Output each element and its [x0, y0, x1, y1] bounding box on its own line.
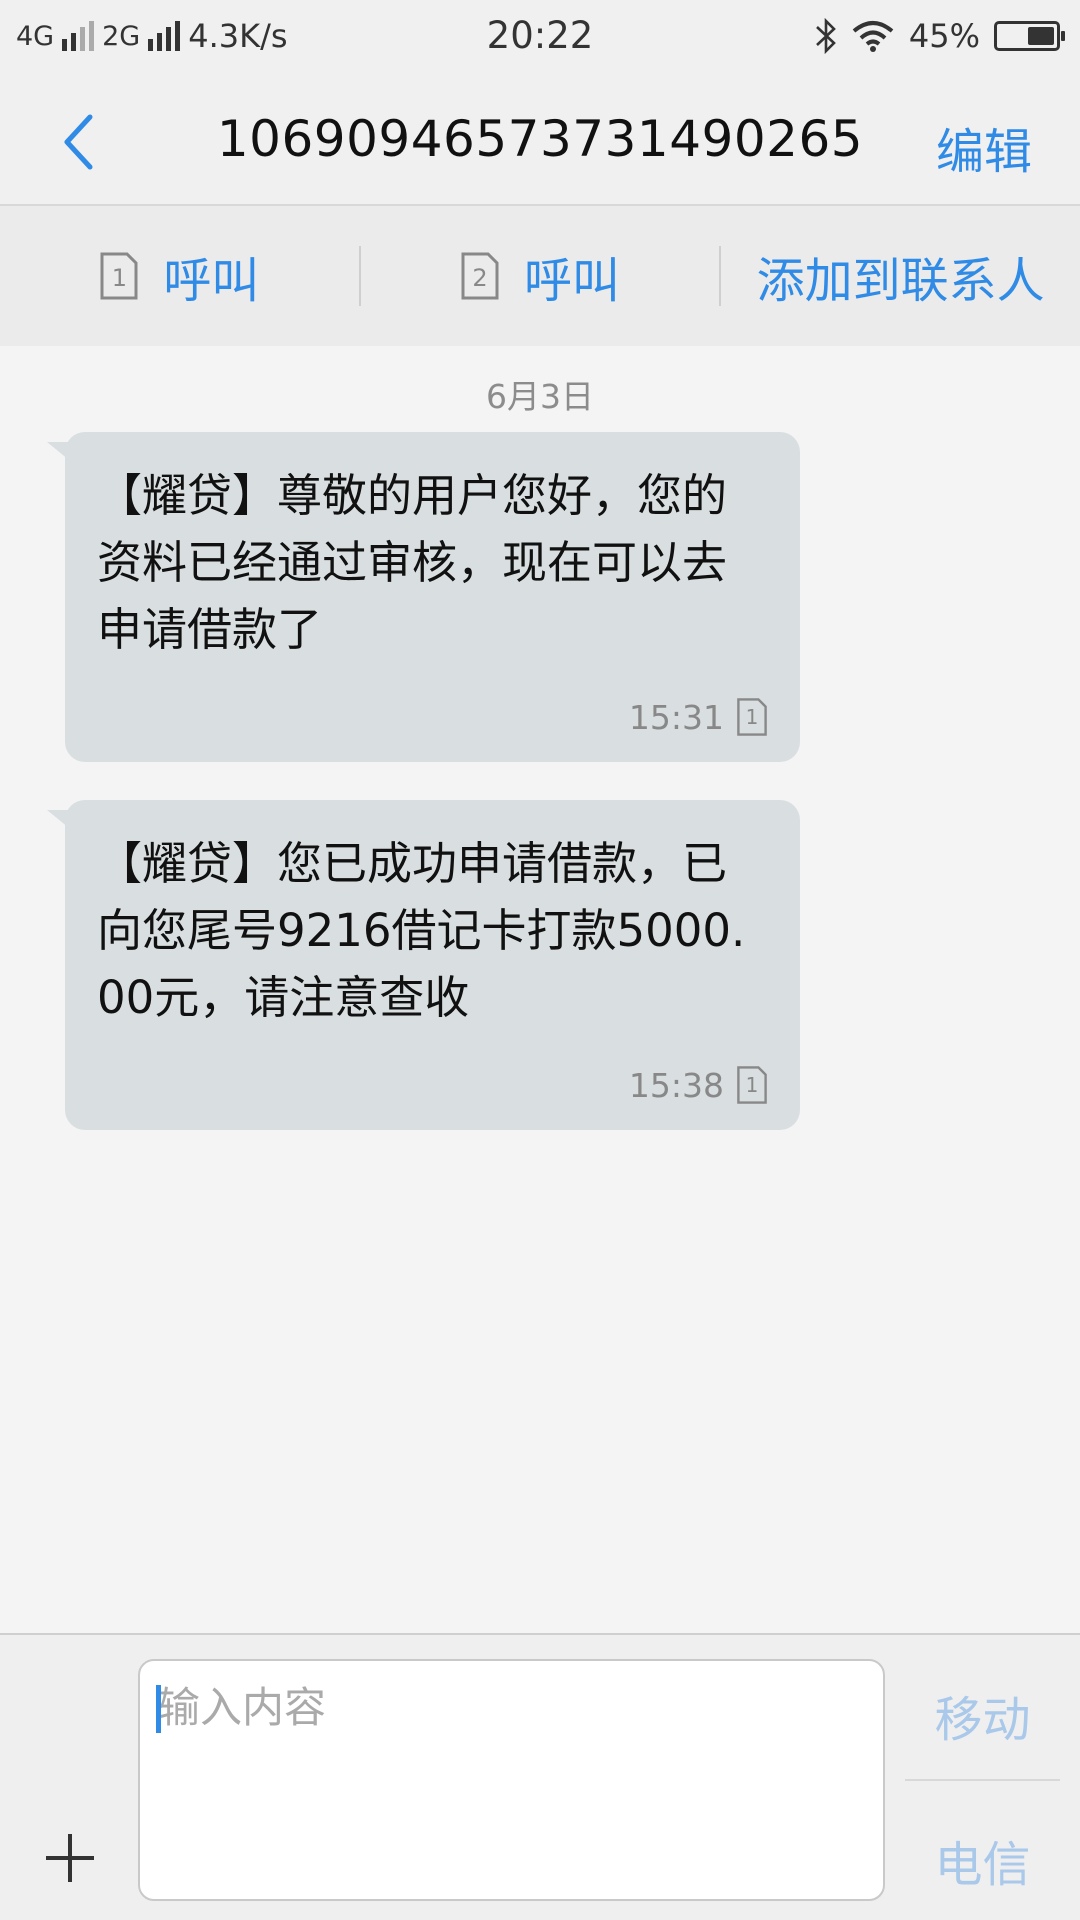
message-time: 15:38 — [628, 1065, 724, 1105]
conversation-header: 106909465737314902​65 编辑 — [0, 72, 1080, 206]
message-text: 【耀贷】您已成功申请借款，已向您尾号9216借记卡打款5000.00元，请注意查… — [97, 837, 746, 1024]
call-sim2-button[interactable]: 2 呼叫 — [361, 246, 720, 309]
wifi-icon — [852, 21, 894, 52]
call-label: 呼叫 — [524, 253, 621, 309]
date-separator: 6月3日 — [486, 377, 594, 416]
divider — [905, 1779, 1060, 1781]
page-title: 106909465737314902​65 — [216, 110, 864, 168]
text-cursor — [156, 1685, 161, 1733]
message-bubble[interactable]: 【耀贷】您已成功申请借款，已向您尾号9216借记卡打款5000.00元，请注意查… — [47, 800, 800, 1130]
sim-card-icon: 2 — [460, 251, 500, 301]
add-contact-button[interactable]: 添加到联系人 — [721, 246, 1080, 309]
bluetooth-icon — [815, 18, 836, 54]
call-label: 呼叫 — [163, 253, 260, 309]
sim-card-icon: 1 — [736, 697, 768, 737]
sim-number: 1 — [111, 264, 127, 292]
edit-button[interactable]: 编辑 — [936, 112, 1032, 182]
action-bar: 1 呼叫 2 呼叫 添加到联系人 — [0, 206, 1080, 346]
message-input-box[interactable] — [138, 1659, 885, 1901]
composer-bar: 移动 电信 — [0, 1633, 1080, 1920]
message-meta: 15:38 1 — [97, 1065, 768, 1105]
status-right: 45% — [815, 14, 1065, 58]
message-text: 【耀贷】尊敬的用户您好，您的资料已经通过审核，现在可以去申请借款了 — [97, 469, 728, 656]
sim-number: 1 — [745, 705, 759, 729]
sim-card-icon: 1 — [99, 251, 139, 301]
add-attachment-button[interactable] — [42, 1830, 98, 1886]
battery-percent: 45% — [908, 17, 980, 55]
call-sim1-button[interactable]: 1 呼叫 — [0, 246, 359, 309]
message-time: 15:31 — [628, 697, 724, 737]
sim-number: 2 — [472, 264, 488, 292]
status-bar: 4G 2G 4.3K/s 20:22 45% — [0, 0, 1080, 72]
sim-card-icon: 1 — [736, 1065, 768, 1105]
message-bubble[interactable]: 【耀贷】尊敬的用户您好，您的资料已经通过审核，现在可以去申请借款了 15:31 … — [47, 432, 800, 762]
battery-icon — [994, 21, 1065, 51]
sim-number: 1 — [745, 1073, 759, 1097]
message-input[interactable] — [158, 1677, 865, 1737]
add-contact-label: 添加到联系人 — [756, 253, 1045, 309]
send-sim2-button[interactable]: 电信 — [905, 1825, 1060, 1895]
message-meta: 15:31 1 — [97, 697, 768, 737]
send-sim1-button[interactable]: 移动 — [905, 1680, 1060, 1750]
